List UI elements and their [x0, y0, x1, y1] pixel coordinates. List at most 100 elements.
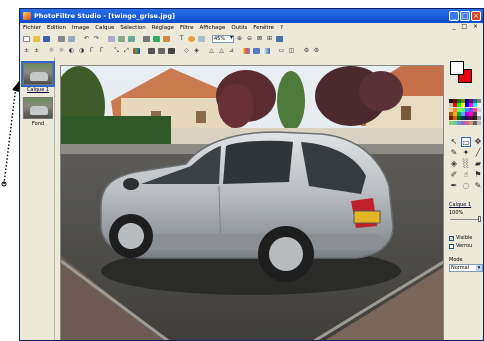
saturation-plus-icon[interactable]: Γ: [87, 46, 96, 55]
menu-edition[interactable]: Edition: [47, 25, 66, 31]
sepia-icon[interactable]: ◇: [182, 46, 191, 55]
eraser-tool-icon[interactable]: ▰: [473, 159, 483, 169]
drop-icon[interactable]: ◈: [192, 46, 201, 55]
monitor-icon[interactable]: [275, 34, 284, 43]
maximize-button[interactable]: □: [460, 11, 470, 21]
gamma-minus-icon[interactable]: ⤢: [122, 46, 131, 55]
zoom-in-icon[interactable]: ⊕: [235, 34, 244, 43]
pointer-tool-icon[interactable]: ↖: [449, 137, 459, 147]
sharpen-icon[interactable]: [157, 46, 166, 55]
menu-fichier[interactable]: Fichier: [23, 25, 41, 31]
stamp-tool-icon[interactable]: ⚑: [473, 170, 483, 180]
fit-window-icon[interactable]: ⊠: [255, 34, 264, 43]
auto-levels-icon[interactable]: ±: [22, 46, 31, 55]
gamma-icon[interactable]: ⤡: [112, 46, 121, 55]
finger-tool-icon[interactable]: ☝: [461, 170, 471, 180]
gradient-icon[interactable]: [262, 46, 271, 55]
menu-selection[interactable]: Sélection: [120, 25, 145, 31]
clone-tool-icon[interactable]: ✎: [473, 181, 483, 191]
effects-icon[interactable]: [187, 34, 196, 43]
eyedropper-tool-icon[interactable]: ✎: [449, 148, 459, 158]
menu-image[interactable]: Image: [72, 25, 89, 31]
opacity-slider[interactable]: [450, 216, 481, 223]
canvas-size-icon[interactable]: [152, 34, 161, 43]
layer-thumbnail-calque-1[interactable]: [21, 61, 55, 87]
mask-icon[interactable]: ◫: [287, 46, 296, 55]
photo-twingo: [61, 66, 443, 340]
auto-contrast-icon[interactable]: ±: [32, 46, 41, 55]
flip-h-icon[interactable]: △: [207, 46, 216, 55]
save-icon[interactable]: [42, 34, 51, 43]
blend-mode-select[interactable]: Normal ▾: [449, 264, 483, 272]
pen-tool-icon[interactable]: ✒: [449, 181, 459, 191]
mode-label: Mode: [449, 257, 463, 263]
brightness-minus-icon[interactable]: ☼: [57, 46, 66, 55]
paste-icon[interactable]: [117, 34, 126, 43]
blur-icon[interactable]: [147, 46, 156, 55]
menu-fenetre[interactable]: Fenêtre: [253, 25, 274, 31]
opacity-slider-handle[interactable]: [478, 216, 481, 222]
fullscreen-icon[interactable]: [197, 34, 206, 43]
contrast-minus-icon[interactable]: ◑: [77, 46, 86, 55]
new-icon[interactable]: [22, 34, 31, 43]
palette-icon[interactable]: [242, 46, 251, 55]
blur-tool-icon[interactable]: ◌: [461, 181, 471, 191]
document-window-controls[interactable]: _ □ ×: [452, 23, 480, 30]
layer-icon[interactable]: [127, 34, 136, 43]
histogram-icon[interactable]: [252, 46, 261, 55]
zoom-out-icon[interactable]: ⊖: [245, 34, 254, 43]
flip-v-icon[interactable]: △: [217, 46, 226, 55]
menu-help[interactable]: ?: [280, 25, 283, 31]
copy-icon[interactable]: [107, 34, 116, 43]
selection-tool-icon[interactable]: ▭: [461, 137, 471, 147]
visible-checkbox[interactable]: ✓ Visible: [449, 235, 472, 241]
title-bar: PhotoFiltre Studio - [twingo_grise.jpg] …: [20, 9, 483, 23]
filter-toolbar: ± ± ☼ ☼ ◐ ◑ Γ Γ ⤡ ⤢ ◇ ◈ △ △ ⊿ ▭ ◫ ⚙ ⚙: [22, 45, 321, 56]
rotate-icon[interactable]: ⊿: [227, 46, 236, 55]
layer-name-label[interactable]: Calque 1: [449, 202, 471, 208]
lock-checkbox[interactable]: Verrou: [449, 243, 472, 249]
main-toolbar: ↶ ↷ T 45% ⊕ ⊖ ⊠ ⊞: [22, 33, 284, 44]
image-canvas[interactable]: [60, 65, 444, 340]
text-icon[interactable]: T: [177, 34, 186, 43]
layer-label-fond[interactable]: Fond: [21, 121, 55, 127]
crop-icon[interactable]: [162, 34, 171, 43]
line-tool-icon[interactable]: ╱: [473, 148, 483, 158]
batch-icon[interactable]: ⚙: [312, 46, 321, 55]
layer-thumbnail-fond[interactable]: [23, 97, 53, 119]
automation-icon[interactable]: ⚙: [302, 46, 311, 55]
spray-tool-icon[interactable]: ░: [461, 159, 471, 169]
menu-outils[interactable]: Outils: [231, 25, 247, 31]
brush-tool-icon[interactable]: ✐: [449, 170, 459, 180]
scan-icon[interactable]: [67, 34, 76, 43]
foreground-color-swatch[interactable]: [450, 61, 464, 75]
photofiltre-window: PhotoFiltre Studio - [twingo_grise.jpg] …: [19, 8, 484, 341]
contrast-plus-icon[interactable]: ◐: [67, 46, 76, 55]
magic-wand-tool-icon[interactable]: ✦: [461, 148, 471, 158]
brightness-plus-icon[interactable]: ☼: [47, 46, 56, 55]
fill-tool-icon[interactable]: ◈: [449, 159, 459, 169]
menu-reglage[interactable]: Réglage: [152, 25, 174, 31]
emboss-icon[interactable]: [167, 46, 176, 55]
color-palette[interactable]: [449, 99, 481, 125]
open-icon[interactable]: [32, 34, 41, 43]
redo-icon[interactable]: ↷: [92, 34, 101, 43]
image-size-icon[interactable]: [142, 34, 151, 43]
grayscale-icon[interactable]: [132, 46, 141, 55]
move-tool-icon[interactable]: ✥: [473, 137, 483, 147]
chevron-down-icon[interactable]: ▾: [476, 265, 482, 271]
frame-icon[interactable]: ▭: [277, 46, 286, 55]
menu-calque[interactable]: Calque: [95, 25, 114, 31]
saturation-minus-icon[interactable]: Γ: [97, 46, 106, 55]
layer-label-calque-1[interactable]: Calque 1: [21, 87, 55, 93]
menu-affichage[interactable]: Affichage: [199, 25, 225, 31]
zoom-select[interactable]: 45%: [212, 34, 234, 43]
undo-icon[interactable]: ↶: [82, 34, 91, 43]
actual-size-icon[interactable]: ⊞: [265, 34, 274, 43]
lock-checkbox-box[interactable]: [449, 243, 454, 249]
visible-checkmark[interactable]: ✓: [449, 235, 454, 241]
print-icon[interactable]: [57, 34, 66, 43]
close-button[interactable]: ×: [471, 11, 481, 21]
minimize-button[interactable]: _: [449, 11, 459, 21]
menu-filtre[interactable]: Filtre: [180, 25, 194, 31]
